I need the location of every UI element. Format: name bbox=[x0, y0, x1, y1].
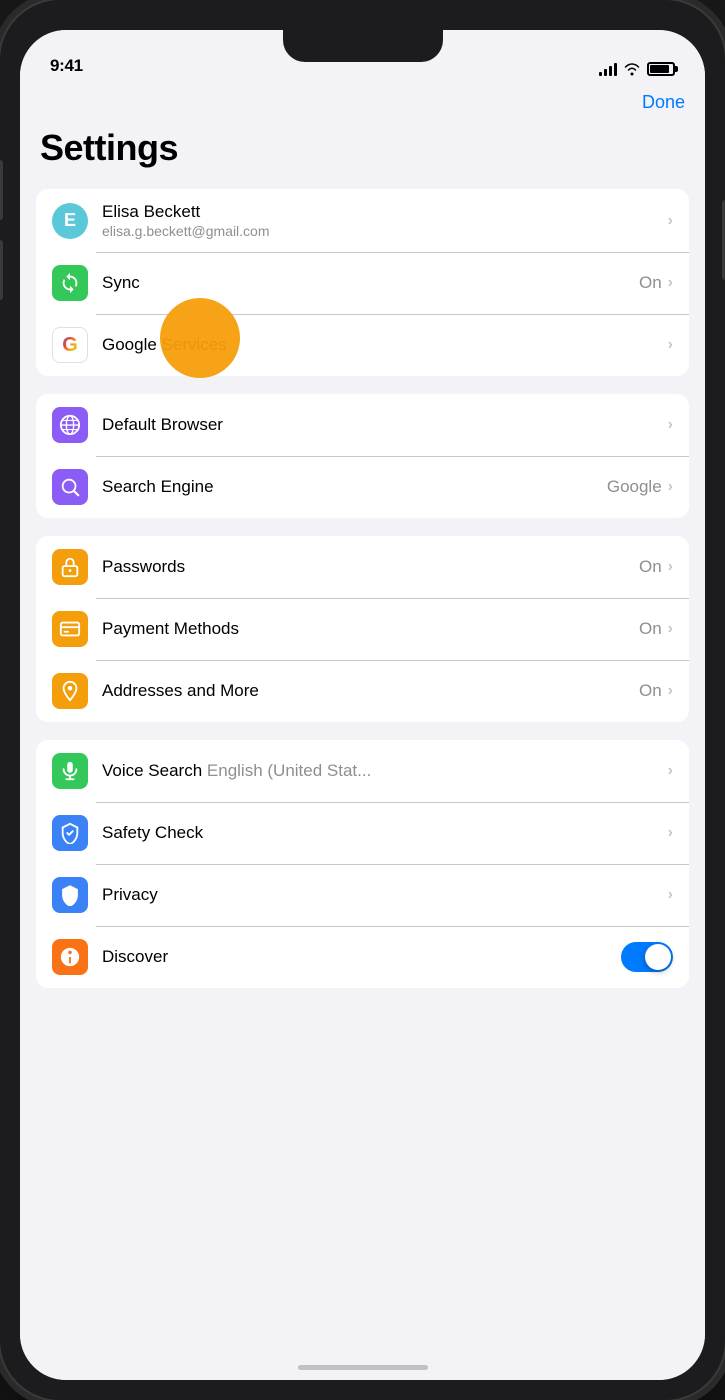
header-row: Done bbox=[36, 84, 689, 117]
list-item-safety-check[interactable]: Safety Check › bbox=[36, 802, 689, 864]
google-services-label: Google Services bbox=[102, 335, 668, 355]
voice-search-icon bbox=[52, 753, 88, 789]
signal-bars-icon bbox=[599, 62, 617, 76]
account-email: elisa.g.beckett@gmail.com bbox=[102, 223, 668, 239]
google-icon: G bbox=[52, 327, 88, 363]
sync-icon bbox=[52, 265, 88, 301]
list-item-privacy[interactable]: Privacy › bbox=[36, 864, 689, 926]
safety-check-icon bbox=[52, 815, 88, 851]
chevron-right-icon: › bbox=[668, 274, 673, 292]
phone-screen: 9:41 Done bbox=[20, 30, 705, 1380]
discover-label: Discover bbox=[102, 947, 621, 967]
wifi-icon bbox=[623, 62, 641, 76]
chevron-right-icon: › bbox=[668, 682, 673, 700]
list-item-payment-methods[interactable]: Payment Methods On › bbox=[36, 598, 689, 660]
addresses-label: Addresses and More bbox=[102, 681, 639, 701]
volume-down-button[interactable] bbox=[0, 240, 3, 300]
list-item-voice-search[interactable]: Voice Search English (United Stat... › bbox=[36, 740, 689, 802]
chevron-right-icon: › bbox=[668, 620, 673, 638]
search-engine-value: Google bbox=[607, 477, 662, 497]
search-engine-label: Search Engine bbox=[102, 477, 607, 497]
settings-group-browser: Default Browser › Search Engine bbox=[36, 394, 689, 518]
list-item-sync[interactable]: Sync On › bbox=[36, 252, 689, 314]
phone-frame: 9:41 Done bbox=[0, 0, 725, 1400]
page-title: Settings bbox=[36, 117, 689, 189]
payment-methods-icon bbox=[52, 611, 88, 647]
account-name: Elisa Beckett bbox=[102, 202, 668, 222]
payment-status: On bbox=[639, 619, 662, 639]
passwords-status: On bbox=[639, 557, 662, 577]
safety-check-label: Safety Check bbox=[102, 823, 668, 843]
list-item-discover[interactable]: Discover bbox=[36, 926, 689, 988]
done-button[interactable]: Done bbox=[642, 92, 685, 113]
privacy-icon bbox=[52, 877, 88, 913]
list-item-addresses[interactable]: Addresses and More On › bbox=[36, 660, 689, 722]
list-item-search-engine[interactable]: Search Engine Google › bbox=[36, 456, 689, 518]
list-item-google-services[interactable]: G Google Services › bbox=[36, 314, 689, 376]
settings-group-account: E Elisa Beckett elisa.g.beckett@gmail.co… bbox=[36, 189, 689, 376]
settings-group-misc: Voice Search English (United Stat... › bbox=[36, 740, 689, 988]
chevron-right-icon: › bbox=[668, 336, 673, 354]
chevron-right-icon: › bbox=[668, 416, 673, 434]
payment-methods-label: Payment Methods bbox=[102, 619, 639, 639]
list-item-account[interactable]: E Elisa Beckett elisa.g.beckett@gmail.co… bbox=[36, 189, 689, 252]
chevron-right-icon: › bbox=[668, 824, 673, 842]
notch bbox=[283, 30, 443, 62]
passwords-icon bbox=[52, 549, 88, 585]
chevron-right-icon: › bbox=[668, 886, 673, 904]
discover-icon bbox=[52, 939, 88, 975]
home-indicator bbox=[298, 1365, 428, 1370]
chevron-right-icon: › bbox=[668, 558, 673, 576]
battery-icon bbox=[647, 62, 675, 76]
status-icons bbox=[599, 62, 675, 76]
search-engine-icon bbox=[52, 469, 88, 505]
list-item-default-browser[interactable]: Default Browser › bbox=[36, 394, 689, 456]
settings-group-autofill: Passwords On › bbox=[36, 536, 689, 722]
voice-search-label: Voice Search English (United Stat... bbox=[102, 761, 668, 781]
chevron-right-icon: › bbox=[668, 762, 673, 780]
default-browser-icon bbox=[52, 407, 88, 443]
sync-status: On bbox=[639, 273, 662, 293]
chevron-right-icon: › bbox=[668, 212, 673, 230]
privacy-label: Privacy bbox=[102, 885, 668, 905]
chevron-right-icon: › bbox=[668, 478, 673, 496]
status-time: 9:41 bbox=[50, 56, 83, 76]
discover-toggle[interactable] bbox=[621, 942, 673, 972]
addresses-icon bbox=[52, 673, 88, 709]
default-browser-label: Default Browser bbox=[102, 415, 668, 435]
screen-content[interactable]: Done Settings E Elisa Beckett elisa.g.be… bbox=[20, 84, 705, 1380]
list-item-passwords[interactable]: Passwords On › bbox=[36, 536, 689, 598]
avatar: E bbox=[52, 203, 88, 239]
sync-label: Sync bbox=[102, 273, 639, 293]
passwords-label: Passwords bbox=[102, 557, 639, 577]
addresses-status: On bbox=[639, 681, 662, 701]
volume-up-button[interactable] bbox=[0, 160, 3, 220]
